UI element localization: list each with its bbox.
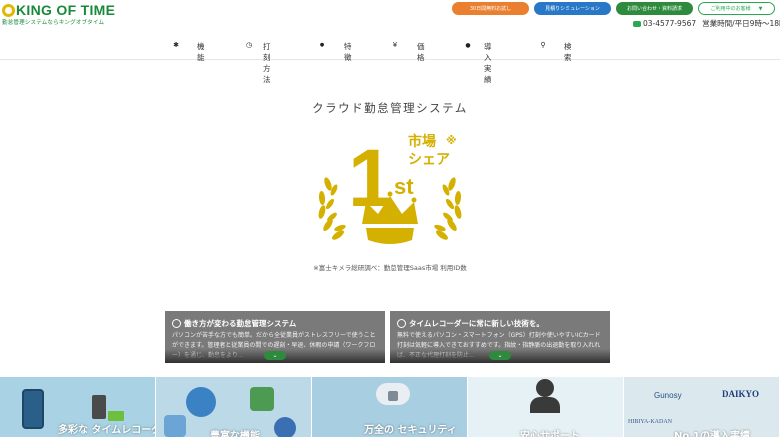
business-hours: 営業時間/平日9時～18時: [702, 19, 780, 28]
nav-label: 価格: [417, 42, 425, 62]
logo[interactable]: KING OF TIME 勤怠管理システムならキングオブタイム: [2, 2, 115, 26]
nav-label: 打刻方法: [263, 42, 271, 84]
gear-icon: [186, 387, 216, 417]
laurel-left-icon: [318, 177, 346, 240]
clock-icon: ◷: [245, 41, 253, 49]
user-icon: ●: [465, 41, 471, 49]
tile-label: 多彩な タイムレコーダー: [58, 425, 155, 436]
nav-label: 機能: [197, 42, 205, 62]
main-nav: ✱ 機能 ◷ 打刻方法 ● 特徴 ¥ 価格 ● 導入実績 ⚲ 検索: [0, 34, 780, 85]
tile-label: No.1の導入実績: [674, 431, 750, 437]
estimate-button[interactable]: 見積りシミュレーション: [534, 2, 611, 15]
caret-down-icon: ▼: [758, 5, 763, 12]
nav-label: 検索: [564, 42, 572, 62]
phone-icon: [633, 20, 641, 27]
tile-time-recorders[interactable]: 多彩な タイムレコーダー: [0, 377, 156, 437]
calendar-icon: [164, 415, 186, 437]
client-logo-gunosy: Gunosy: [654, 391, 682, 400]
card-title-text: 働き方が変わる勤怠管理システム: [184, 319, 297, 328]
award-suffix: st: [394, 174, 414, 199]
clock-box-icon: [250, 387, 274, 411]
customer-dropdown[interactable]: ご利用中のお客様 ▼: [698, 2, 775, 15]
lock-icon: [388, 391, 398, 401]
chevron-down-icon[interactable]: ⌄: [264, 351, 286, 360]
search-icon: ⚲: [540, 41, 546, 49]
tile-label: 豊富な機能: [210, 431, 260, 437]
card-title: タイムレコーダーに常に新しい技術を。: [397, 318, 544, 329]
award-mark: ※: [446, 134, 457, 147]
nav-item-features[interactable]: ✱ 機能: [172, 41, 204, 62]
tile-label: 万全の セキュリティ: [364, 425, 457, 436]
support-body-icon: [530, 397, 560, 413]
card-reader-icon: [92, 395, 106, 419]
phone-info: 03-4577-9567 営業時間/平日9時～18時: [633, 18, 780, 29]
feature-tiles: 多彩な タイムレコーダー 豊富な機能 万全の セキュリティ 安心サポート Gun…: [0, 377, 780, 437]
feature-card-workstyle[interactable]: 働き方が変わる勤怠管理システム パソコンが苦手な方でも簡単。だから全従業員がスト…: [165, 311, 385, 363]
nav-item-case-studies[interactable]: ● 導入実績: [464, 41, 491, 85]
feature-card-time-recorder[interactable]: タイムレコーダーに常に新しい技術を。 無料で使えるパソコン・スマートフォン（GP…: [390, 311, 610, 363]
hero-title: クラウド勤怠管理システム: [312, 101, 468, 115]
nav-label: 導入実績: [484, 42, 492, 84]
clock-logo-icon: [2, 3, 15, 17]
survey-note: ※富士キメラ総研調べ：勤怠管理Saas市場 利用ID数: [313, 264, 467, 272]
market-share-award: 1 st 市場 ※ シェア: [318, 133, 462, 244]
card-title-text: タイムレコーダーに常に新しい技術を。: [409, 319, 544, 328]
free-trial-button[interactable]: 30日間無料お試し: [452, 2, 529, 15]
laurel-right-icon: [434, 177, 462, 240]
award-line2: シェア: [408, 152, 450, 168]
logo-mark: KING OF TIME: [2, 2, 115, 18]
logo-text: KING OF TIME: [16, 2, 116, 18]
site-header: KING OF TIME 勤怠管理システムならキングオブタイム 30日間無料お試…: [0, 0, 780, 34]
ic-card-icon: [108, 411, 124, 421]
tile-support[interactable]: 安心サポート: [468, 377, 624, 437]
tile-features[interactable]: 豊富な機能: [156, 377, 312, 437]
gear-icon: ✱: [173, 41, 179, 49]
free-trial-label: 30日間無料お試し: [469, 6, 512, 12]
tile-label: 安心サポート: [520, 431, 580, 437]
top-buttons: 30日間無料お試し 見積りシミュレーション お問い合わせ・資料請求 ご利用中のお…: [452, 2, 775, 15]
nav-item-characteristics[interactable]: ● 特徴: [318, 41, 352, 62]
contact-label: お問い合わせ・資料請求: [626, 6, 682, 12]
contact-button[interactable]: お問い合わせ・資料請求: [616, 2, 693, 15]
estimate-label: 見積りシミュレーション: [545, 6, 600, 12]
clock-icon: [397, 319, 406, 328]
tile-adoption[interactable]: Gunosy DAIKYO HIBIYA-KADAN No.1の導入実績: [624, 377, 780, 437]
yen-icon: ¥: [392, 41, 398, 49]
smartphone-icon: [22, 389, 44, 429]
phone-number[interactable]: 03-4577-9567: [643, 19, 696, 28]
clock-icon: [172, 319, 181, 328]
tile-security[interactable]: 万全の セキュリティ: [312, 377, 468, 437]
support-staff-icon: [536, 379, 554, 397]
alert-icon: [274, 417, 296, 437]
logo-tagline: 勤怠管理システムならキングオブタイム: [2, 20, 105, 26]
chevron-down-icon[interactable]: ⌄: [489, 351, 511, 360]
card-title: 働き方が変わる勤怠管理システム: [172, 318, 296, 329]
customer-label: ご利用中のお客様: [710, 6, 751, 12]
client-logo-daikyo: DAIKYO: [722, 389, 760, 399]
nav-item-search[interactable]: ⚲ 検索: [539, 41, 571, 62]
award-line1: 市場: [408, 133, 436, 150]
nav-item-punch-methods[interactable]: ◷ 打刻方法: [245, 41, 271, 84]
nav-label: 特徴: [344, 42, 352, 62]
client-logo-hibiya: HIBIYA-KADAN: [628, 419, 672, 425]
bulb-icon: ●: [319, 42, 325, 48]
nav-item-pricing[interactable]: ¥ 価格: [391, 41, 425, 62]
